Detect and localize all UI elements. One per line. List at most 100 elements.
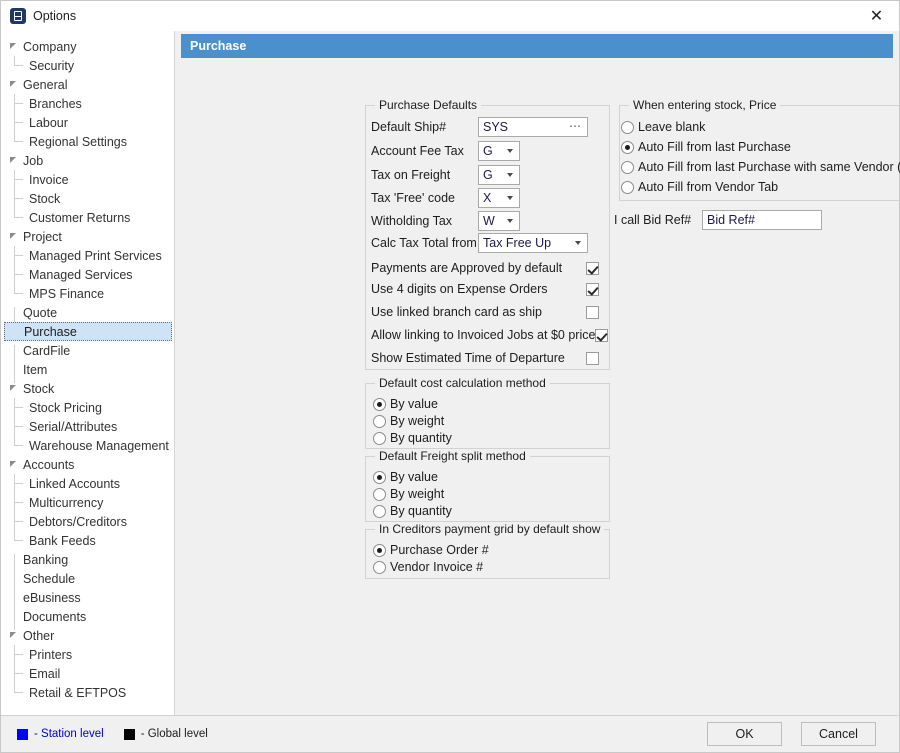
bid-ref-input[interactable]: Bid Ref#	[702, 210, 822, 230]
checkbox-show-estimated-time-of-departure[interactable]	[586, 351, 599, 365]
radio-by-value[interactable]	[373, 397, 386, 411]
browse-ellipsis-icon[interactable]: ⋯	[569, 119, 582, 133]
cancel-button[interactable]: Cancel	[801, 722, 876, 746]
expander-open-icon[interactable]	[9, 383, 20, 394]
radio-auto-fill-from-last-purchase[interactable]	[621, 140, 634, 154]
sidebar-item-stock-pricing[interactable]: Stock Pricing	[1, 398, 174, 417]
tax-free-code-select[interactable]: X	[478, 188, 520, 208]
sidebar-item-label: Email	[29, 666, 61, 681]
radio-row[interactable]: By quantity	[373, 502, 452, 520]
sidebar-item-regional-settings[interactable]: Regional Settings	[1, 132, 174, 151]
checkbox-row[interactable]: Use linked branch card as ship	[371, 302, 599, 322]
sidebar-item-mps-finance[interactable]: MPS Finance	[1, 284, 174, 303]
radio-purchase-order[interactable]	[373, 543, 386, 557]
sidebar-item-managed-services[interactable]: Managed Services	[1, 265, 174, 284]
sidebar-item-label: Retail & EFTPOS	[29, 685, 127, 700]
sidebar-item-warehouse-management[interactable]: Warehouse Management	[1, 436, 174, 455]
expander-open-icon[interactable]	[9, 79, 20, 90]
close-icon[interactable]: ✕	[854, 1, 899, 31]
radio-row[interactable]: Leave blank	[621, 118, 705, 136]
tree-line	[9, 307, 20, 326]
sidebar-item-cardfile[interactable]: CardFile	[1, 341, 174, 364]
default-ship-input[interactable]: SYS ⋯	[478, 117, 588, 137]
radio-by-quantity[interactable]	[373, 504, 386, 518]
radio-row[interactable]: By weight	[373, 412, 444, 430]
sidebar-item-linked-accounts[interactable]: Linked Accounts	[1, 474, 174, 493]
radio-row[interactable]: By value	[373, 395, 438, 413]
sidebar-item-debtors-creditors[interactable]: Debtors/Creditors	[1, 512, 174, 531]
chevron-down-icon[interactable]	[507, 149, 514, 153]
tax-on-freight-select[interactable]: G	[478, 165, 520, 185]
radio-row[interactable]: Purchase Order #	[373, 541, 489, 559]
sidebar-item-banking[interactable]: Banking	[1, 550, 174, 573]
ok-button[interactable]: OK	[707, 722, 782, 746]
sidebar-item-accounts[interactable]: Accounts	[1, 455, 174, 474]
radio-row[interactable]: Vendor Invoice #	[373, 558, 483, 576]
radio-row[interactable]: By value	[373, 468, 438, 486]
expander-open-icon[interactable]	[9, 630, 20, 641]
sidebar-item-stock[interactable]: Stock	[1, 189, 174, 208]
sidebar-item-project[interactable]: Project	[1, 227, 174, 246]
radio-auto-fill-from-last-purchase-with-same-vendor-from[interactable]	[621, 160, 634, 174]
checkbox-allow-linking-to-invoiced-jobs-at-0-price[interactable]	[595, 328, 609, 342]
sidebar-item-job[interactable]: Job	[1, 151, 174, 170]
sidebar-item-labour[interactable]: Labour	[1, 113, 174, 132]
sidebar-item-serial-attributes[interactable]: Serial/Attributes	[1, 417, 174, 436]
sidebar-item-bank-feeds[interactable]: Bank Feeds	[1, 531, 174, 550]
calc-tax-total-from-select[interactable]: Tax Free Up	[478, 233, 588, 253]
sidebar-item-branches[interactable]: Branches	[1, 94, 174, 113]
sidebar-item-multicurrency[interactable]: Multicurrency	[1, 493, 174, 512]
sidebar-item-managed-print-services[interactable]: Managed Print Services	[1, 246, 174, 265]
sidebar-item-label: Company	[23, 39, 77, 54]
radio-row[interactable]: Auto Fill from Vendor Tab	[621, 178, 778, 196]
witholding-tax-select[interactable]: W	[478, 211, 520, 231]
settings-tree[interactable]: Company Security General Branches Labour Regi…	[1, 31, 175, 715]
sidebar-item-security[interactable]: Security	[1, 56, 174, 75]
sidebar-item-email[interactable]: Email	[1, 664, 174, 683]
expander-open-icon[interactable]	[9, 155, 20, 166]
radio-vendor-invoice[interactable]	[373, 560, 386, 574]
sidebar-item-general[interactable]: General	[1, 75, 174, 94]
radio-leave-blank[interactable]	[621, 120, 634, 134]
sidebar-item-documents[interactable]: Documents	[1, 607, 174, 630]
expander-open-icon[interactable]	[9, 459, 20, 470]
sidebar-item-retail-eftpos[interactable]: Retail & EFTPOS	[1, 683, 174, 702]
sidebar-item-stock[interactable]: Stock	[1, 379, 174, 398]
sidebar-item-schedule[interactable]: Schedule	[1, 569, 174, 592]
checkbox-payments-are-approved-by-default[interactable]	[586, 261, 599, 275]
radio-by-quantity[interactable]	[373, 431, 386, 445]
dialog-body: Company Security General Branches Labour Regi…	[1, 31, 900, 715]
radio-row[interactable]: Auto Fill from last Purchase with same V…	[621, 158, 900, 176]
radio-auto-fill-from-vendor-tab[interactable]	[621, 180, 634, 194]
checkbox-use-4-digits-on-expense-orders[interactable]	[586, 282, 599, 296]
checkbox-use-linked-branch-card-as-ship[interactable]	[586, 305, 599, 319]
expander-open-icon[interactable]	[9, 41, 20, 52]
radio-by-value[interactable]	[373, 470, 386, 484]
chevron-down-icon[interactable]	[507, 219, 514, 223]
checkbox-row[interactable]: Show Estimated Time of Departure	[371, 348, 599, 368]
radio-by-weight[interactable]	[373, 487, 386, 501]
sidebar-item-other[interactable]: Other	[1, 626, 174, 645]
sidebar-item-purchase[interactable]: Purchase	[4, 322, 172, 341]
checkbox-row[interactable]: Allow linking to Invoiced Jobs at $0 pri…	[371, 325, 609, 345]
chevron-down-icon[interactable]	[507, 173, 514, 177]
chevron-down-icon[interactable]	[507, 196, 514, 200]
sidebar-item-ebusiness[interactable]: eBusiness	[1, 588, 174, 611]
radio-row[interactable]: By quantity	[373, 429, 452, 447]
sidebar-item-quote[interactable]: Quote	[1, 303, 174, 326]
sidebar-item-label: Linked Accounts	[29, 476, 121, 491]
checkbox-row[interactable]: Use 4 digits on Expense Orders	[371, 279, 599, 299]
chevron-down-icon[interactable]	[575, 241, 582, 245]
sidebar-item-invoice[interactable]: Invoice	[1, 170, 174, 189]
expander-open-icon[interactable]	[9, 231, 20, 242]
sidebar-item-company[interactable]: Company	[1, 37, 174, 56]
sidebar-item-customer-returns[interactable]: Customer Returns	[1, 208, 174, 227]
radio-by-weight[interactable]	[373, 414, 386, 428]
tree-line	[9, 345, 20, 364]
checkbox-row[interactable]: Payments are Approved by default	[371, 258, 599, 278]
radio-row[interactable]: Auto Fill from last Purchase	[621, 138, 791, 156]
sidebar-item-printers[interactable]: Printers	[1, 645, 174, 664]
sidebar-item-item[interactable]: Item	[1, 360, 174, 383]
radio-row[interactable]: By weight	[373, 485, 444, 503]
account-fee-tax-select[interactable]: G	[478, 141, 520, 161]
